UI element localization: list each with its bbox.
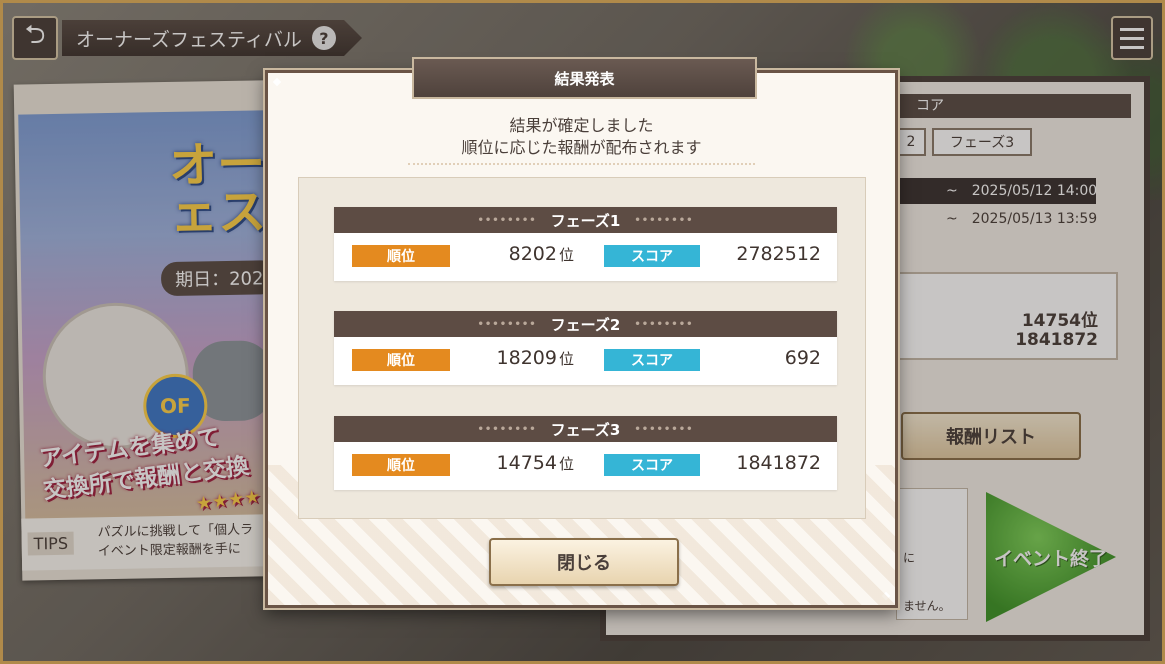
score-value: 2782512: [736, 243, 821, 265]
phase-row: 順位 18209 位 スコア 692: [334, 337, 837, 385]
modal-title: 結果発表: [412, 57, 757, 99]
rank-value: 8202 位: [508, 243, 574, 265]
phase-result-card: •••••••• フェーズ2 •••••••• 順位 18209 位 スコア 69…: [334, 311, 837, 385]
rank-value: 18209 位: [496, 347, 574, 369]
rank-badge: 順位: [352, 349, 450, 371]
modal-message-line2: 順位に応じた報酬が配布されます: [461, 138, 702, 157]
phase-header: •••••••• フェーズ3 ••••••••: [334, 416, 837, 442]
phase-header: •••••••• フェーズ1 ••••••••: [334, 207, 837, 233]
phase-name: フェーズ1: [550, 211, 621, 230]
score-badge: スコア: [604, 454, 700, 476]
score-badge: スコア: [604, 245, 700, 267]
close-button[interactable]: 閉じる: [489, 538, 679, 586]
phase-row: 順位 8202 位 スコア 2782512: [334, 233, 837, 281]
corner-ornament: [272, 77, 282, 87]
phase-result-card: •••••••• フェーズ3 •••••••• 順位 14754 位 スコア 18…: [334, 416, 837, 490]
rank-badge: 順位: [352, 454, 450, 476]
score-value: 692: [784, 347, 821, 369]
phase-row: 順位 14754 位 スコア 1841872: [334, 442, 837, 490]
phase-result-card: •••••••• フェーズ1 •••••••• 順位 8202 位 スコア 278…: [334, 207, 837, 281]
score-value: 1841872: [736, 452, 821, 474]
phase-header: •••••••• フェーズ2 ••••••••: [334, 311, 837, 337]
phase-name: フェーズ3: [550, 420, 621, 439]
message-divider: [408, 163, 755, 165]
corner-ornament: [881, 591, 891, 601]
modal-message-line1: 結果が確定しました: [509, 116, 654, 135]
results-container: •••••••• フェーズ1 •••••••• 順位 8202 位 スコア 278…: [298, 177, 866, 519]
rank-badge: 順位: [352, 245, 450, 267]
score-badge: スコア: [604, 349, 700, 371]
phase-name: フェーズ2: [550, 315, 621, 334]
rank-value: 14754 位: [496, 452, 574, 474]
modal-message: 結果が確定しました 順位に応じた報酬が配布されます: [268, 115, 895, 159]
result-modal: 結果発表 結果が確定しました 順位に応じた報酬が配布されます •••••••• …: [265, 57, 898, 608]
